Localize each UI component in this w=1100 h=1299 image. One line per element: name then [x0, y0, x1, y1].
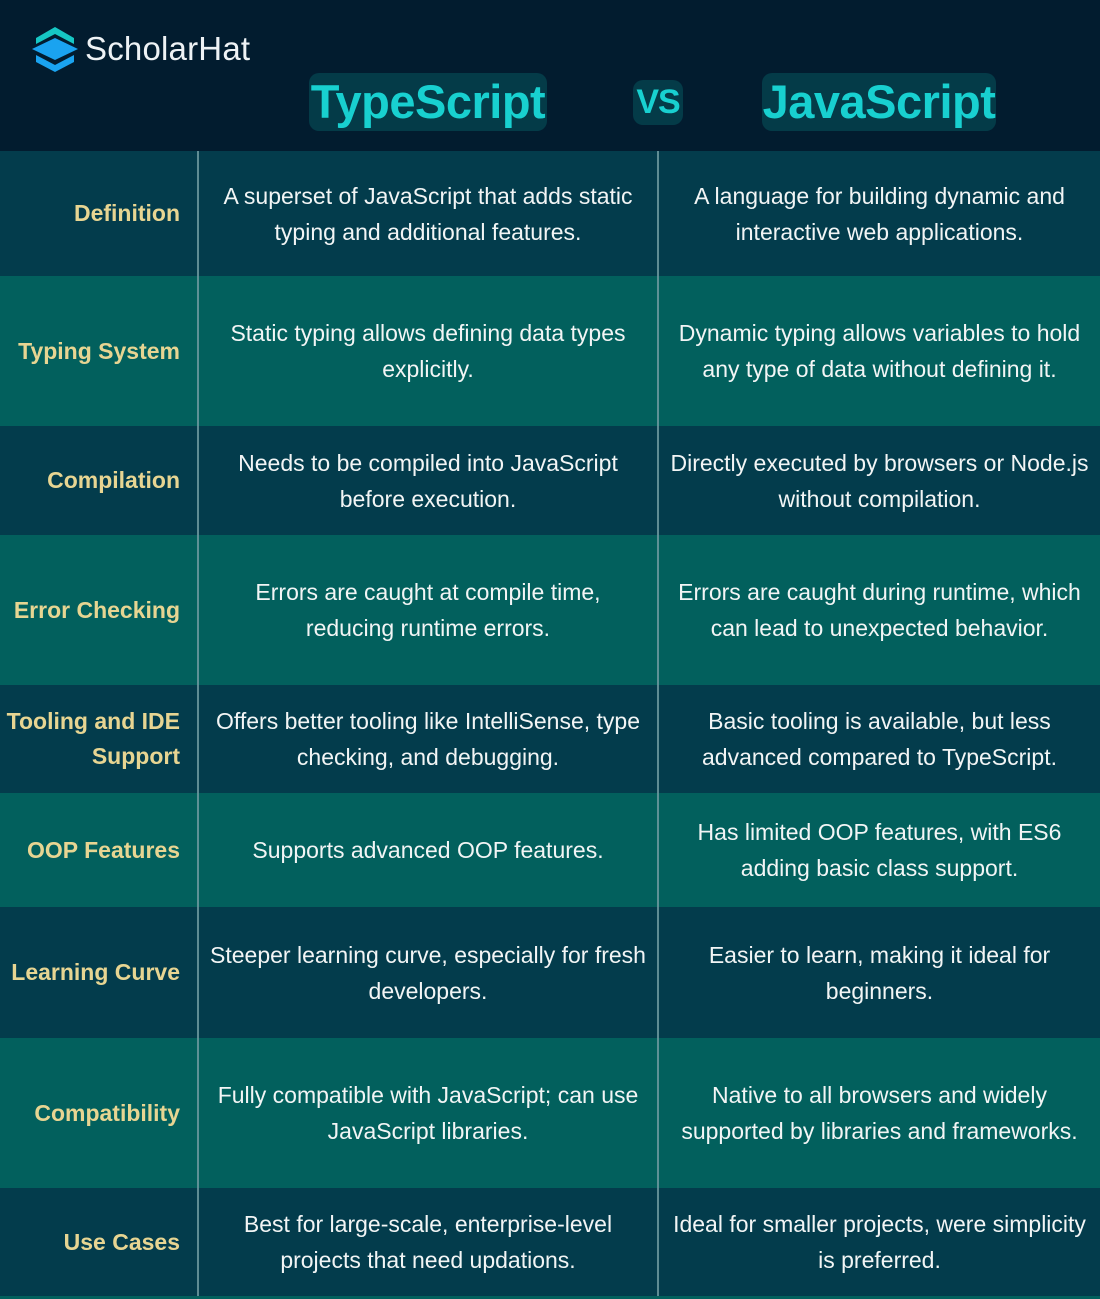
- column-divider: [657, 151, 659, 276]
- row-label: OOP Features: [27, 836, 180, 863]
- typescript-cell: Needs to be compiled into JavaScript bef…: [238, 449, 618, 512]
- table-row: Learning Curve Steeper learning curve, e…: [0, 907, 1100, 1038]
- javascript-cell: Easier to learn, making it ideal for beg…: [708, 941, 1051, 1004]
- typescript-cell: A superset of JavaScript that adds stati…: [223, 182, 633, 245]
- table-row: OOP Features Supports advanced OOP featu…: [0, 793, 1100, 907]
- column-divider: [657, 907, 659, 1038]
- header: ScholarHat TypeScript VS JavaScript: [0, 0, 1100, 151]
- column-divider: [197, 1038, 199, 1188]
- typescript-cell: Offers better tooling like IntelliSense,…: [215, 708, 641, 770]
- typescript-cell: Fully compatible with JavaScript; can us…: [217, 1082, 639, 1144]
- javascript-cell: Has limited OOP features, with ES6 addin…: [697, 819, 1062, 881]
- row-label: Compatibility: [34, 1099, 180, 1126]
- column-divider: [197, 793, 199, 907]
- brand-logo: ScholarHat: [30, 25, 250, 73]
- column-divider: [197, 276, 199, 426]
- javascript-cell: A language for building dynamic and inte…: [694, 182, 1065, 245]
- table-row: Tooling and IDE Support Offers better to…: [0, 685, 1100, 793]
- row-label: Error Checking: [13, 596, 180, 623]
- typescript-title: TypeScript: [309, 73, 547, 131]
- javascript-title: JavaScript: [762, 73, 996, 131]
- column-divider: [197, 535, 199, 685]
- table-row: Compilation Needs to be compiled into Ja…: [0, 426, 1100, 535]
- column-divider: [657, 1038, 659, 1188]
- row-label: Use Cases: [63, 1228, 180, 1255]
- table-row: Use Cases Best for large-scale, enterpri…: [0, 1188, 1100, 1296]
- column-divider: [657, 276, 659, 426]
- typescript-cell: Best for large-scale, enterprise-level p…: [243, 1211, 613, 1273]
- column-divider: [657, 685, 659, 793]
- typescript-cell: Supports advanced OOP features.: [252, 837, 604, 863]
- column-divider: [657, 793, 659, 907]
- column-divider: [657, 535, 659, 685]
- column-divider: [197, 1188, 199, 1296]
- table-row: Typing System Static typing allows defin…: [0, 276, 1100, 426]
- row-label: Learning Curve: [11, 959, 180, 985]
- column-divider: [657, 1188, 659, 1296]
- column-divider: [197, 685, 199, 793]
- brand-name: ScholarHat: [85, 30, 251, 67]
- comparison-table: Definition A superset of JavaScript that…: [0, 151, 1100, 1296]
- table-row: Error Checking Errors are caught at comp…: [0, 535, 1100, 685]
- table-row: Definition A superset of JavaScript that…: [0, 151, 1100, 276]
- javascript-cell: Directly executed by browsers or Node.js…: [670, 449, 1089, 512]
- vs-badge: VS: [633, 80, 683, 125]
- column-divider: [197, 907, 199, 1038]
- typescript-cell: Steeper learning curve, especially for f…: [210, 941, 646, 1004]
- comparison-infographic: ScholarHat TypeScript VS JavaScript Defi…: [0, 0, 1100, 1299]
- graduation-cap-stack-icon: [32, 27, 78, 72]
- javascript-cell: Dynamic typing allows variables to hold …: [678, 320, 1081, 382]
- javascript-cell: Basic tooling is available, but less adv…: [701, 708, 1057, 770]
- row-label: Definition: [73, 200, 180, 226]
- javascript-cell: Errors are caught during runtime, which …: [678, 579, 1081, 641]
- row-label: Compilation: [47, 467, 180, 493]
- typescript-cell: Errors are caught at compile time, reduc…: [255, 579, 601, 641]
- typescript-cell: Static typing allows defining data types…: [230, 320, 626, 382]
- table-row: Compatibility Fully compatible with Java…: [0, 1038, 1100, 1188]
- column-divider: [657, 426, 659, 535]
- row-label: Typing System: [18, 337, 180, 364]
- column-divider: [197, 426, 199, 535]
- row-label: Tooling and IDE Support: [6, 708, 180, 769]
- javascript-cell: Ideal for smaller projects, were simplic…: [673, 1211, 1086, 1273]
- javascript-cell: Native to all browsers and widely suppor…: [681, 1082, 1078, 1144]
- column-divider: [197, 151, 199, 276]
